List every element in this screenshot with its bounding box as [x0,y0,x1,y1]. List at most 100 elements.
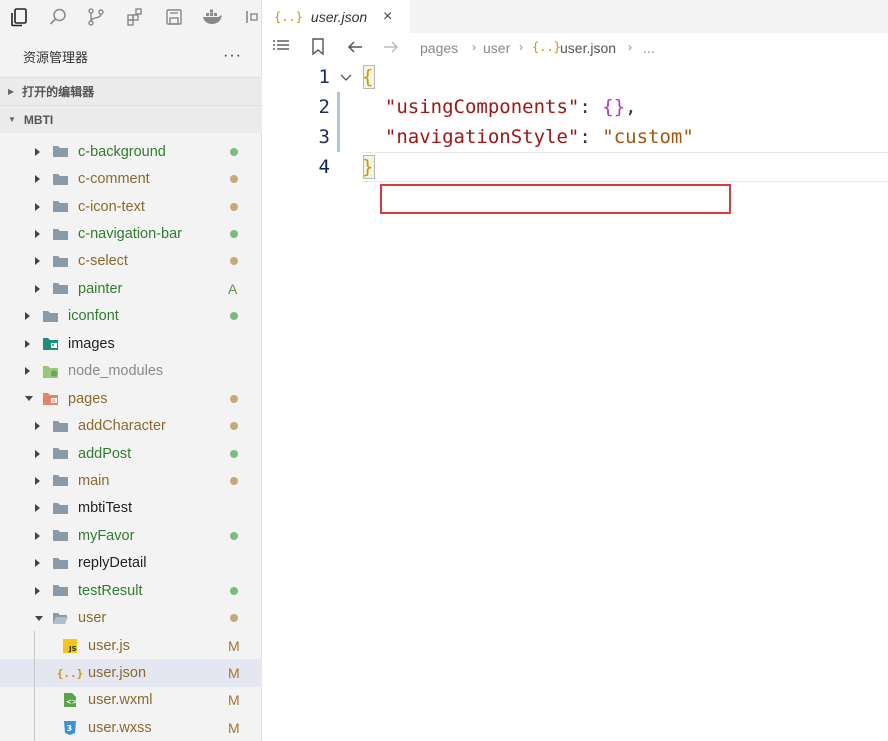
code-line: 1 { [262,62,888,92]
wxml-file-icon: <> [62,692,78,708]
folder-icon [52,420,69,433]
file-tree: c-background c-comment c-icon-text c-naviga… [0,138,262,741]
tree-file[interactable]: <> user.wxml M [0,687,262,714]
chevron-down-icon: ▼ [8,115,16,124]
explorer-sidebar: 资源管理器 ··· ▶ 打开的编辑器 ▼ MBTI c-background c-… [0,0,262,741]
tree-folder[interactable]: c-select [0,248,262,275]
tree-item-label: testResult [78,582,143,599]
tree-item-label: pages [68,390,108,407]
tree-item-label: c-background [78,143,166,160]
tree-folder[interactable]: user [0,604,262,631]
tree-file[interactable]: 3 user.wxss M [0,714,262,741]
chevron-right-icon[interactable] [35,449,40,458]
tree-folder[interactable]: node_modules [0,358,262,385]
bookmark-icon[interactable] [311,38,325,59]
tree-file[interactable]: JS user.js M [0,632,262,659]
breadcrumb-pages[interactable]: pages [420,40,458,56]
status-dot [230,230,238,239]
tree-file[interactable]: {..} user.json M [0,659,262,687]
chevron-right-icon[interactable] [35,147,40,156]
status-dot [230,531,238,540]
timeline-icon[interactable] [240,6,262,28]
tree-folder[interactable]: pages [0,385,262,412]
folder-icon [52,447,69,460]
tree-folder[interactable]: mbtiTest [0,495,262,522]
chevron-right-icon[interactable] [35,230,40,239]
status-dot [230,394,238,403]
tree-folder[interactable]: myFavor [0,522,262,549]
folder-icon [52,145,69,158]
chevron-down-icon[interactable] [25,396,33,402]
chevron-right-icon[interactable] [25,367,30,376]
open-editors-section[interactable]: ▶ 打开的编辑器 [0,77,262,105]
code-line: 3 "navigationStyle": "custom" [262,122,888,152]
close-icon[interactable]: × [383,8,392,26]
chevron-right-icon[interactable] [35,476,40,485]
tree-folder[interactable]: painter A [0,275,262,302]
editor-area: {..} user.json × pages › user › {..} use… [262,0,888,741]
tree-folder[interactable]: addPost [0,440,262,467]
tree-folder[interactable]: c-icon-text [0,193,262,220]
tree-folder[interactable]: c-background [0,138,262,165]
folder-icon [52,228,69,241]
chevron-right-icon[interactable] [35,284,40,293]
chevron-right-icon[interactable] [35,175,40,184]
folder-icon [42,310,59,323]
chevron-right-icon[interactable] [35,559,40,568]
chevron-right-icon[interactable] [35,531,40,540]
tree-item-label: myFavor [78,527,135,544]
docker-icon[interactable] [201,6,223,28]
chevron-right-icon[interactable] [35,257,40,266]
list-icon[interactable] [272,38,290,57]
status-dot [230,147,238,156]
tree-item-label: c-comment [78,171,150,188]
chevron-right-icon[interactable] [35,504,40,513]
chevron-right-icon[interactable] [35,422,40,431]
chevron-right-icon[interactable] [25,339,30,348]
chevron-right-icon[interactable] [25,312,30,321]
tree-folder[interactable]: main [0,467,262,494]
code-line: 4 } [262,152,888,182]
tab-user-json[interactable]: {..} user.json × [262,0,410,33]
code-editor[interactable]: 1 { 2 "usingComponents": {}, 3 "navigati… [262,62,888,214]
tree-folder[interactable]: iconfont [0,303,262,330]
search-icon[interactable] [47,6,69,28]
status-dot [230,202,238,211]
chevron-right-icon[interactable] [35,202,40,211]
tree-folder[interactable]: testResult [0,577,262,604]
back-arrow-icon[interactable] [346,39,364,58]
js-file-icon: JS [62,638,78,654]
line-number: 2 [318,96,330,118]
tree-item-label: images [68,335,115,352]
project-section[interactable]: ▼ MBTI [0,105,262,133]
annotation-highlight-box [380,184,731,214]
chevron-down-icon[interactable] [35,615,43,621]
remote-icon[interactable] [163,6,185,28]
folder-icon [52,200,69,213]
breadcrumb-user[interactable]: user [483,40,510,56]
tree-folder[interactable]: c-comment [0,165,262,192]
tree-item-label: main [78,472,110,489]
explorer-title: 资源管理器 [23,49,89,65]
tree-folder[interactable]: c-navigation-bar [0,220,262,247]
tree-item-label: user.wxml [88,692,153,709]
breadcrumb-more[interactable]: ... [643,40,655,56]
extensions-icon[interactable] [124,6,146,28]
fold-chevron-icon[interactable] [340,66,352,88]
tree-folder[interactable]: replyDetail [0,550,262,577]
breadcrumb-file[interactable]: user.json [560,40,616,56]
forward-arrow-icon[interactable] [382,39,400,58]
status-badge: M [228,637,240,654]
tree-item-label: c-select [78,253,128,270]
chevron-right-icon[interactable] [35,586,40,595]
status-dot [230,586,238,595]
tree-item-label: replyDetail [78,555,147,572]
activity-bar [0,0,262,34]
source-control-icon[interactable] [85,6,107,28]
status-dot [230,422,238,431]
files-icon[interactable] [8,6,30,28]
more-actions-icon[interactable]: ··· [223,47,242,65]
tree-folder[interactable]: addCharacter [0,412,262,439]
tree-folder[interactable]: images [0,330,262,357]
tree-item-label: user.js [88,637,130,654]
